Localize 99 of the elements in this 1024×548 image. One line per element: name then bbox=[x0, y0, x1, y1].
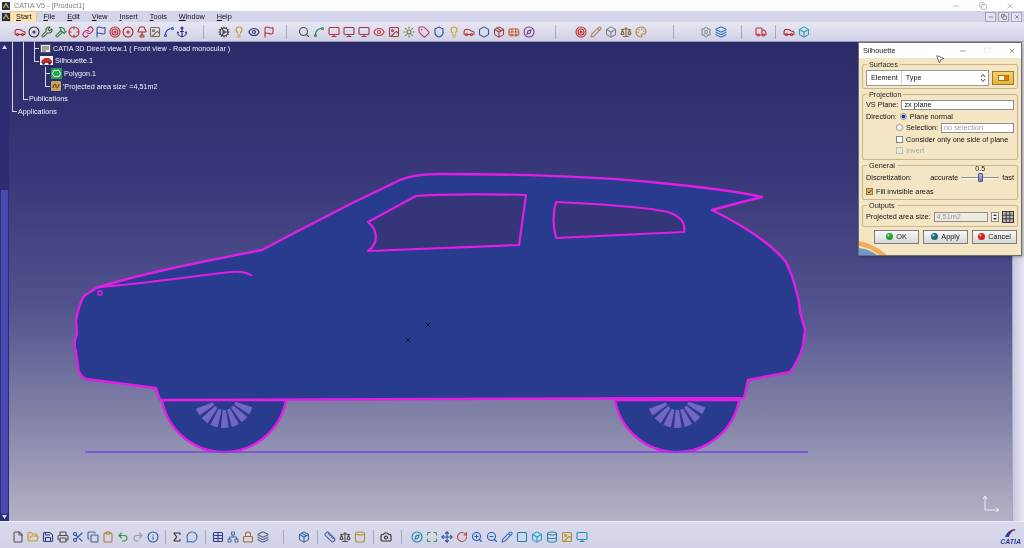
settings-icon[interactable] bbox=[700, 25, 712, 38]
sigma-icon[interactable] bbox=[171, 531, 183, 543]
sphere-icon bbox=[886, 233, 894, 240]
cross-marker-icon bbox=[425, 322, 431, 328]
ruler-icon[interactable] bbox=[324, 531, 336, 543]
panel-icon bbox=[40, 43, 51, 53]
close-icon[interactable] bbox=[1008, 46, 1016, 55]
grid-icon[interactable] bbox=[1002, 210, 1014, 223]
pencil-icon[interactable] bbox=[590, 25, 602, 38]
cube-icon[interactable] bbox=[798, 25, 810, 38]
sun-icon[interactable] bbox=[403, 25, 415, 38]
checkbox[interactable] bbox=[896, 135, 903, 143]
polygon-icon bbox=[51, 68, 62, 79]
layers-icon[interactable] bbox=[715, 25, 727, 38]
checkbox[interactable] bbox=[866, 187, 873, 195]
disc-icon[interactable] bbox=[122, 25, 134, 38]
shield-icon[interactable] bbox=[433, 25, 445, 38]
target-icon[interactable] bbox=[108, 25, 121, 38]
database-icon[interactable] bbox=[546, 531, 558, 543]
cube-icon[interactable] bbox=[605, 25, 617, 38]
picture-icon[interactable] bbox=[388, 25, 400, 38]
corners-icon[interactable] bbox=[426, 531, 438, 543]
curve-icon[interactable] bbox=[313, 25, 325, 38]
package-icon[interactable] bbox=[493, 25, 505, 38]
monitor-icon[interactable] bbox=[358, 25, 370, 38]
move-arrows-icon[interactable] bbox=[441, 531, 453, 543]
restore-button[interactable] bbox=[998, 11, 1009, 22]
copy-icon[interactable] bbox=[87, 531, 99, 543]
minimize-icon bbox=[987, 13, 994, 20]
bus-icon[interactable] bbox=[508, 25, 520, 38]
lock-icon[interactable] bbox=[242, 531, 254, 543]
spinner-icon[interactable] bbox=[980, 72, 986, 83]
lamp-icon[interactable] bbox=[135, 25, 148, 38]
zoom-in-icon[interactable] bbox=[471, 531, 483, 543]
search-icon[interactable] bbox=[298, 25, 310, 38]
hammer-icon[interactable] bbox=[54, 25, 67, 38]
speech-bubble-icon[interactable] bbox=[186, 531, 198, 543]
disc-icon[interactable] bbox=[27, 25, 40, 38]
truck-icon[interactable] bbox=[755, 25, 767, 38]
restore-icon bbox=[1000, 13, 1007, 20]
clipboard-icon[interactable] bbox=[102, 531, 114, 543]
app-icon bbox=[2, 1, 10, 10]
monitor-icon[interactable] bbox=[328, 25, 340, 38]
link-icon[interactable] bbox=[81, 25, 94, 38]
palette-icon[interactable] bbox=[635, 25, 647, 38]
maximize-icon bbox=[984, 47, 991, 54]
undo-icon[interactable] bbox=[117, 531, 129, 543]
camera-icon[interactable] bbox=[380, 531, 392, 543]
spinner-icon[interactable] bbox=[991, 211, 999, 222]
scrollbar-thumb[interactable] bbox=[1, 190, 8, 514]
eye-icon[interactable] bbox=[248, 25, 260, 38]
close-icon bbox=[1013, 13, 1020, 20]
table-icon[interactable] bbox=[212, 531, 224, 543]
compass-icon[interactable] bbox=[523, 25, 535, 38]
hexagon-icon[interactable] bbox=[478, 25, 490, 38]
sphere-icon bbox=[931, 233, 939, 240]
picture-icon[interactable] bbox=[149, 25, 161, 38]
cube-icon[interactable] bbox=[531, 531, 543, 543]
scroll-up-icon[interactable] bbox=[2, 45, 7, 49]
document-icon[interactable] bbox=[12, 531, 24, 543]
axis-triad-icon bbox=[982, 495, 1000, 513]
cross-marker-icon bbox=[405, 337, 411, 343]
curve-icon[interactable] bbox=[162, 25, 175, 38]
scrollbar-track[interactable] bbox=[0, 42, 9, 521]
app-icon bbox=[2, 12, 10, 21]
zoom-out-icon[interactable] bbox=[486, 531, 498, 543]
eye-icon[interactable] bbox=[373, 25, 385, 38]
car-icon bbox=[40, 56, 53, 66]
flag-icon[interactable] bbox=[263, 25, 275, 38]
sphere-icon bbox=[978, 233, 986, 240]
monitor-icon[interactable] bbox=[576, 531, 588, 543]
network-icon[interactable] bbox=[227, 531, 239, 543]
package-icon[interactable] bbox=[298, 531, 310, 543]
scale-icon[interactable] bbox=[339, 531, 351, 543]
square-icon[interactable] bbox=[516, 531, 528, 543]
surface-button[interactable] bbox=[992, 70, 1014, 85]
picture-icon[interactable] bbox=[561, 531, 573, 543]
layers-icon[interactable] bbox=[257, 531, 269, 543]
close-button[interactable] bbox=[1011, 11, 1022, 22]
scissors-icon[interactable] bbox=[72, 531, 84, 543]
tile-icon bbox=[51, 81, 61, 92]
flag-icon[interactable] bbox=[95, 25, 107, 38]
target-icon[interactable] bbox=[575, 25, 587, 38]
radio-button[interactable] bbox=[896, 124, 903, 132]
printer-icon[interactable] bbox=[57, 531, 69, 543]
pencil-icon[interactable] bbox=[501, 531, 513, 543]
tag-icon[interactable] bbox=[418, 25, 430, 38]
compass-icon[interactable] bbox=[411, 531, 423, 543]
gear-icon[interactable] bbox=[218, 25, 230, 38]
rotate-icon[interactable] bbox=[456, 531, 468, 543]
tile-icon bbox=[997, 74, 1009, 81]
radio-button[interactable] bbox=[899, 112, 907, 120]
info-icon[interactable] bbox=[147, 531, 159, 543]
scale-icon[interactable] bbox=[620, 25, 632, 38]
crosshair-icon[interactable] bbox=[68, 25, 80, 38]
slider-thumb[interactable] bbox=[977, 173, 983, 182]
anchor-icon[interactable] bbox=[176, 25, 188, 38]
wrench-icon[interactable] bbox=[41, 25, 53, 38]
monitor-icon[interactable] bbox=[343, 25, 355, 38]
